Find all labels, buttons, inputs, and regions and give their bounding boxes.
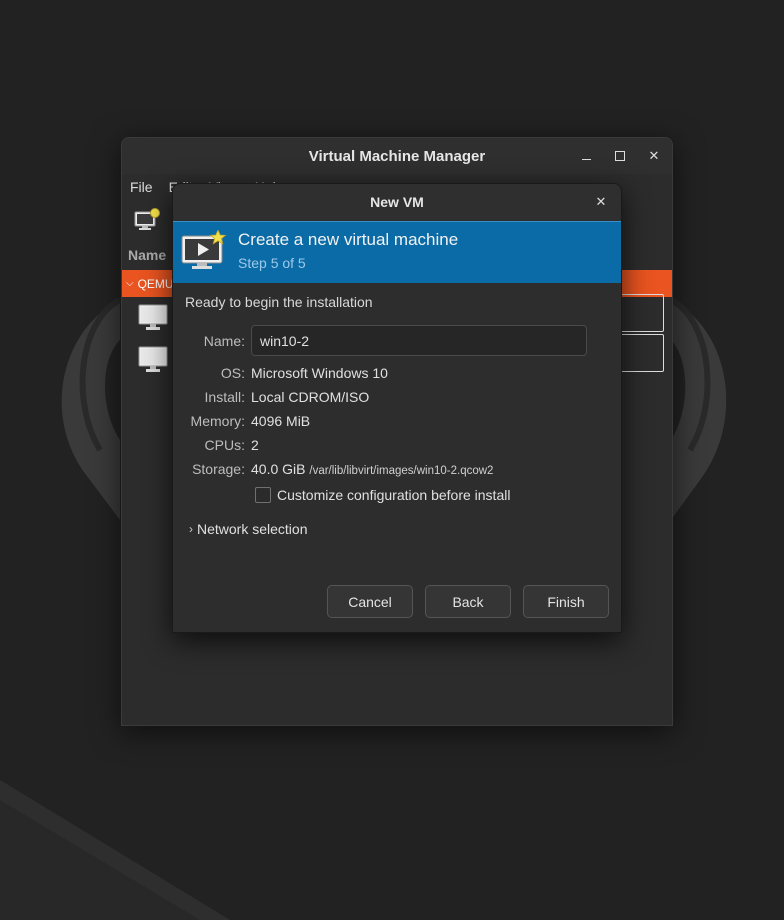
close-icon: ✕	[648, 148, 660, 163]
cpus-label: CPUs:	[204, 437, 245, 453]
memory-label: Memory:	[190, 413, 245, 429]
new-vm-dialog: New VM ✕ Create a new virtual machine St…	[172, 183, 622, 633]
storage-path: /var/lib/libvirt/images/win10-2.qcow2	[309, 465, 494, 477]
main-window-title: Virtual Machine Manager	[308, 147, 486, 165]
install-label: Install:	[204, 389, 245, 405]
cpus-value: 2	[251, 437, 259, 453]
network-selection-expander[interactable]: › Network selection	[189, 521, 308, 537]
network-selection-label: Network selection	[197, 521, 308, 537]
banner-title: Create a new virtual machine	[238, 230, 459, 249]
banner-step: Step 5 of 5	[238, 255, 306, 271]
close-button[interactable]: ✕	[646, 148, 662, 164]
os-label: OS:	[220, 365, 245, 381]
storage-size: 40.0 GiB	[251, 461, 306, 477]
customize-checkbox-label[interactable]: Customize configuration before install	[277, 487, 510, 503]
customize-checkbox-row[interactable]: Customize configuration before install	[255, 487, 510, 503]
storage-value: 40.0 GiB /var/lib/libvirt/images/win10-2…	[251, 461, 493, 477]
maximize-icon	[615, 151, 625, 161]
menu-file[interactable]: File	[130, 179, 153, 195]
close-icon: ✕	[595, 194, 607, 209]
minimize-icon	[581, 159, 591, 160]
name-input[interactable]	[251, 325, 587, 356]
memory-value: 4096 MiB	[251, 413, 311, 429]
ready-text: Ready to begin the installation	[185, 294, 373, 310]
storage-label: Storage:	[192, 461, 245, 477]
install-value: Local CDROM/ISO	[251, 389, 370, 405]
wizard-banner: Create a new virtual machine Step 5 of 5	[173, 221, 621, 283]
os-value: Microsoft Windows 10	[251, 365, 388, 381]
name-label: Name:	[203, 333, 245, 349]
cancel-button[interactable]: Cancel	[327, 585, 413, 618]
dialog-title-bar[interactable]: New VM ✕	[173, 184, 621, 220]
minimize-button[interactable]	[578, 148, 594, 164]
finish-button[interactable]: Finish	[523, 585, 609, 618]
dialog-title: New VM	[370, 194, 424, 210]
main-title-bar[interactable]: Virtual Machine Manager ✕	[122, 138, 672, 174]
back-button[interactable]: Back	[425, 585, 511, 618]
maximize-button[interactable]	[612, 148, 628, 164]
chevron-right-icon: ›	[189, 522, 193, 536]
vm-monitor-icon	[138, 346, 168, 372]
chevron-down-icon: ⌵	[126, 278, 134, 289]
new-vm-icon[interactable]	[134, 208, 160, 232]
new-vm-banner-icon	[181, 230, 227, 269]
vm-monitor-icon	[138, 304, 168, 330]
customize-checkbox[interactable]	[255, 487, 271, 503]
dialog-close-button[interactable]: ✕	[593, 194, 609, 210]
